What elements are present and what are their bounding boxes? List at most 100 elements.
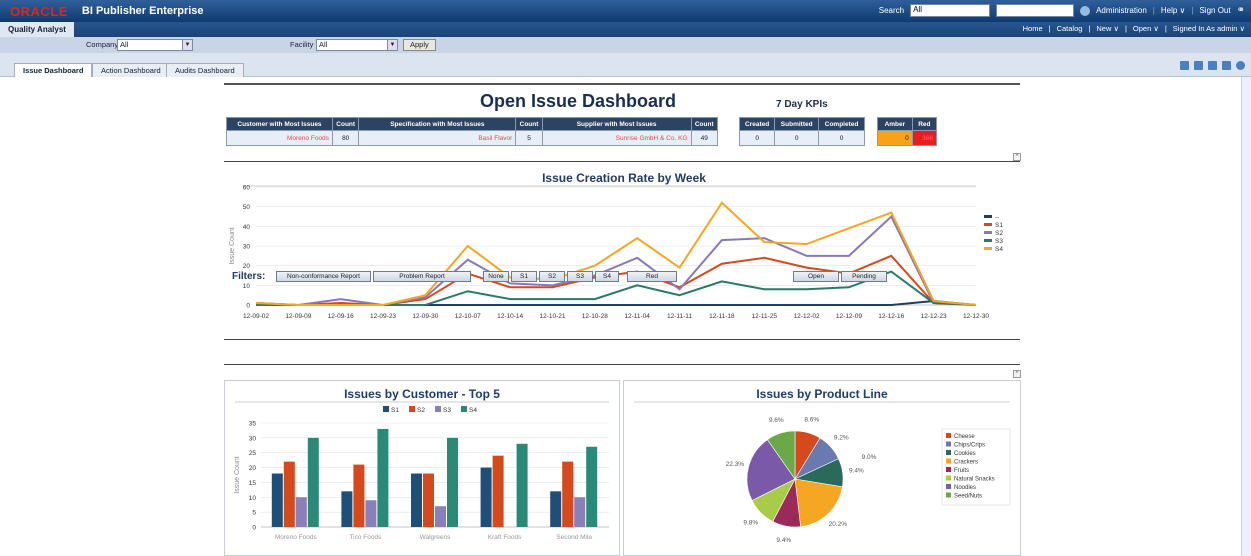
filter-problem-report-button[interactable]: Problem Report	[373, 271, 471, 282]
x-tick-label: 12-11-18	[709, 313, 735, 320]
legend-swatch	[984, 223, 992, 226]
bar	[550, 491, 562, 527]
collapse-icon[interactable]: ^	[1013, 370, 1021, 378]
signed-in-menu[interactable]: Signed In As admin ∨	[1173, 24, 1245, 33]
y-tick-label: 5	[252, 510, 256, 517]
bar	[283, 461, 295, 527]
legend-swatch	[383, 406, 389, 412]
filter-none-button[interactable]: None	[483, 271, 509, 282]
amber-count: 0	[877, 130, 913, 146]
search-scope-select[interactable]: All	[910, 4, 991, 17]
table-cell: 5	[515, 130, 543, 146]
user-icon: ⚭	[1236, 5, 1245, 16]
table-cell: 49	[690, 130, 718, 146]
separator: |	[1191, 6, 1194, 15]
x-tick-label: 12-12-30	[963, 313, 989, 320]
administration-link[interactable]: Administration	[1096, 6, 1147, 15]
bar	[365, 500, 377, 527]
bar	[353, 464, 365, 527]
column-header: Count	[515, 117, 543, 131]
facility-select[interactable]: All ▼	[316, 39, 398, 51]
bar	[447, 437, 458, 527]
view-options-icon[interactable]	[1208, 61, 1217, 70]
search-input[interactable]	[996, 4, 1075, 17]
vertical-scrollbar[interactable]	[1241, 77, 1251, 556]
filter-s4-button[interactable]: S4	[595, 271, 619, 282]
legend-label: S3	[995, 238, 1003, 245]
slice-label: 9.2%	[834, 435, 849, 442]
export-icon[interactable]	[1180, 61, 1189, 70]
table-cell: 0	[738, 130, 776, 146]
red-count: 366	[911, 130, 938, 146]
x-tick-label: Walgreens	[420, 534, 452, 541]
x-tick-label: 12-11-25	[751, 313, 777, 320]
legend-label: Cookies	[954, 451, 976, 457]
tab-issue-dashboard[interactable]: Issue Dashboard	[14, 63, 93, 77]
sign-out-link[interactable]: Sign Out	[1199, 6, 1230, 15]
summary-table: Customer with Most Issues Count Specific…	[226, 117, 718, 146]
legend-swatch	[946, 450, 951, 455]
legend-swatch	[461, 406, 467, 412]
tab-action-dashboard[interactable]: Action Dashboard	[92, 63, 170, 77]
filter-non-conformance-button[interactable]: Non-conformance Report	[276, 271, 371, 282]
dashboard-canvas: Open Issue Dashboard 7 Day KPIs Customer…	[0, 77, 1241, 556]
legend-swatch	[984, 247, 992, 250]
legend-label: Noodles	[954, 485, 976, 491]
issue-creation-rate-chart: Issue Creation Rate by Week 0 10 20 30 40 50 60…	[229, 171, 1003, 320]
collapse-icon[interactable]: ^	[1013, 153, 1021, 161]
y-tick-label: 60	[243, 185, 251, 192]
search-go-icon[interactable]	[1080, 5, 1091, 16]
top-supplier-link[interactable]: Sunrise GmbH & Co. KG	[541, 130, 692, 146]
filter-s1-button[interactable]: S1	[511, 271, 537, 282]
slice-label: 9.4%	[776, 537, 791, 544]
dashboard-tabs: Issue Dashboard Action Dashboard Audits …	[0, 53, 1251, 77]
print-icon[interactable]	[1194, 61, 1203, 70]
x-tick-label: 12-11-11	[667, 313, 692, 320]
legend-swatch	[946, 492, 951, 498]
issues-by-customer-chart: Issues by Customer - Top 5 S1 S2 S3 S4 0 5 10 15…	[234, 387, 609, 541]
role-tab[interactable]: Quality Analyst	[0, 22, 74, 37]
page-title: Open Issue Dashboard	[480, 91, 677, 111]
column-header: Amber	[877, 117, 913, 131]
filter-open-button[interactable]: Open	[793, 271, 839, 282]
y-tick-label: 0	[246, 303, 250, 310]
new-menu[interactable]: New ∨	[1096, 24, 1119, 33]
x-tick-label: 12-12-16	[878, 313, 904, 320]
product-title: BI Publisher Enterprise	[81, 5, 204, 17]
filter-s2-button[interactable]: S2	[539, 271, 565, 282]
legend-label: S4	[995, 246, 1003, 253]
slice-label: 8.6%	[804, 416, 819, 423]
open-menu[interactable]: Open ∨	[1133, 24, 1159, 33]
table-cell: 0	[818, 130, 865, 146]
x-tick-label: 12-10-21	[539, 313, 565, 320]
x-tick-label: Tico Foods	[349, 534, 382, 541]
top-customer-link[interactable]: Moreno Foods	[226, 130, 333, 146]
column-header: Customer with Most Issues	[226, 117, 333, 131]
divider	[224, 339, 1020, 340]
y-tick-label: 50	[243, 204, 251, 211]
column-header: Created	[738, 117, 776, 131]
chevron-down-icon: ▼	[182, 40, 192, 50]
x-tick-label: 12-12-02	[794, 313, 820, 320]
legend-swatch	[946, 484, 951, 489]
help-icon[interactable]	[1236, 61, 1245, 70]
home-link[interactable]: Home	[1023, 24, 1043, 33]
apply-button[interactable]: Apply	[403, 39, 436, 51]
filter-s3-button[interactable]: S3	[567, 271, 593, 282]
chart-title: Issues by Product Line	[756, 387, 888, 401]
x-tick-label: 12-10-07	[455, 313, 481, 320]
filter-red-button[interactable]: Red	[627, 271, 677, 282]
legend-label: Seed/Nuts	[954, 494, 982, 500]
top-specification-link[interactable]: Basil Flavor	[358, 130, 517, 146]
filter-pending-button[interactable]: Pending	[841, 271, 887, 282]
legend-label: S3	[443, 407, 451, 414]
settings-icon[interactable]	[1222, 61, 1231, 70]
company-select[interactable]: All ▼	[117, 39, 193, 51]
catalog-link[interactable]: Catalog	[1057, 24, 1083, 33]
slice-label: 20.2%	[829, 521, 848, 528]
bar	[271, 473, 283, 527]
help-menu[interactable]: Help ∨	[1161, 6, 1186, 15]
tab-audits-dashboard[interactable]: Audits Dashboard	[166, 63, 244, 77]
bar	[423, 473, 434, 527]
kpi-title: 7 Day KPIs	[776, 99, 828, 110]
